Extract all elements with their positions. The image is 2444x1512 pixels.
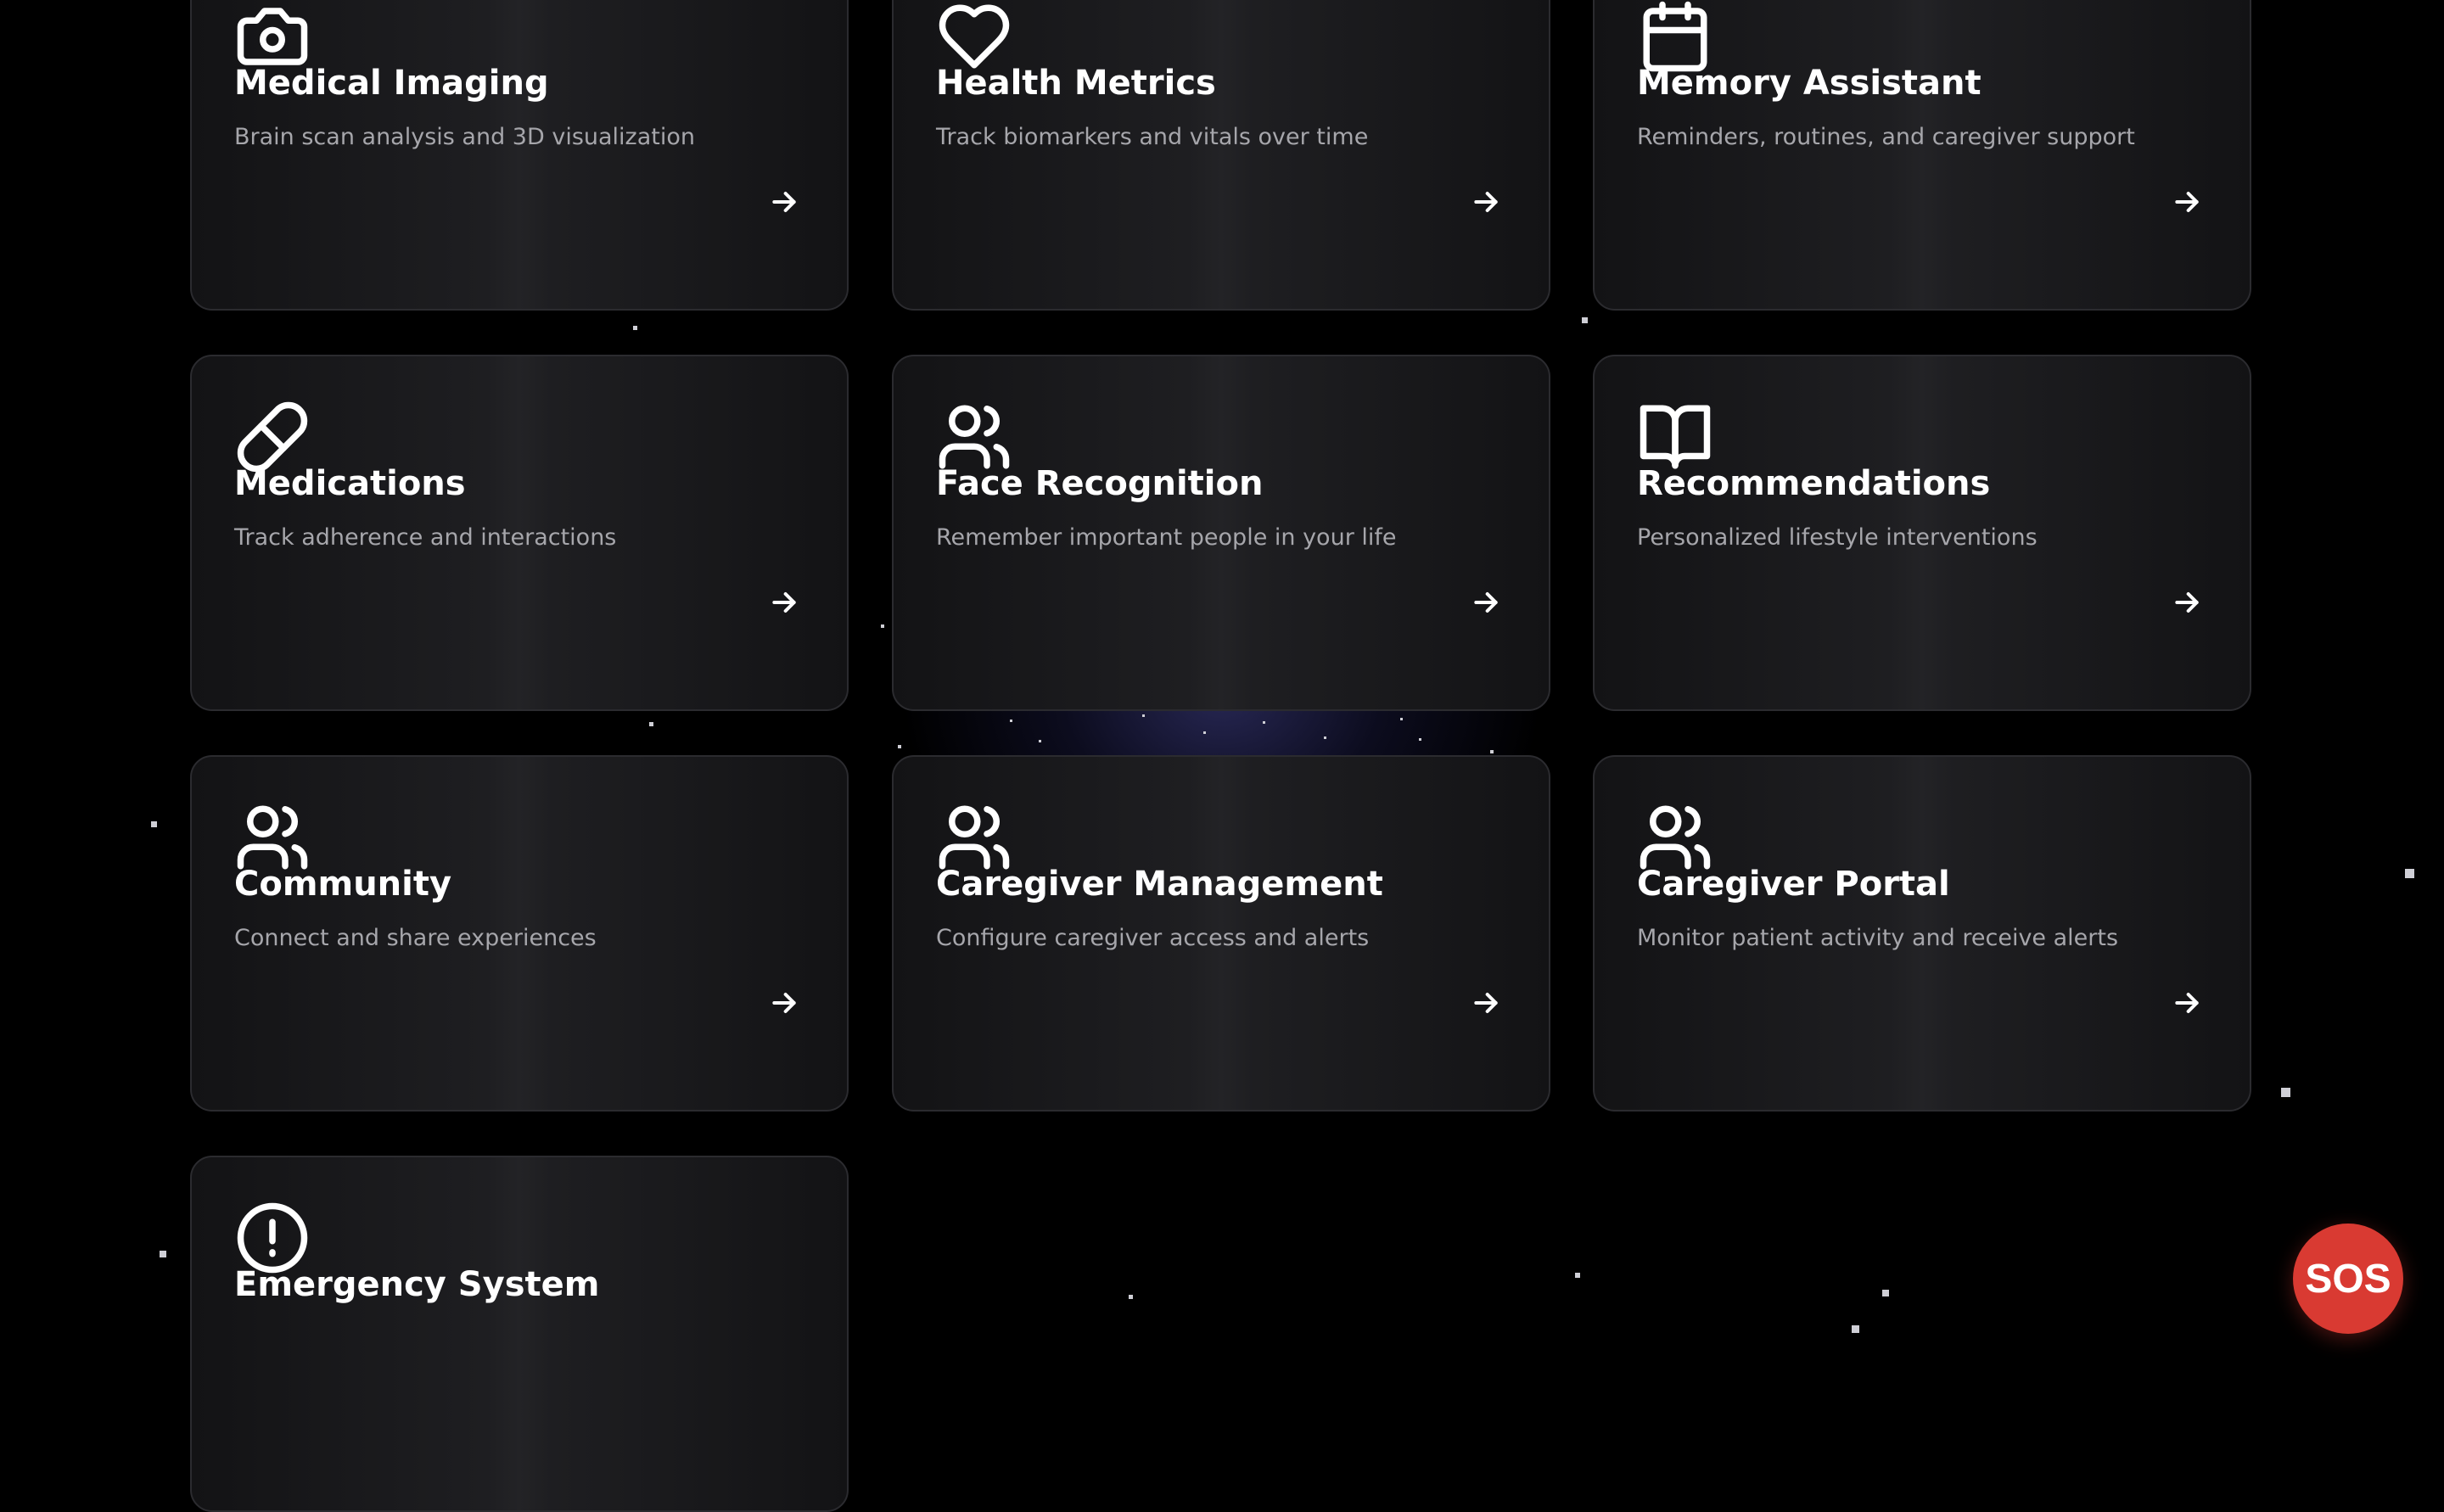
- card-title: Memory Assistant: [1637, 64, 1982, 103]
- card-medical-imaging[interactable]: Medical Imaging Brain scan analysis and …: [190, 0, 849, 311]
- card-description: Monitor patient activity and receive ale…: [1637, 925, 2119, 951]
- card-medications[interactable]: Medications Track adherence and interact…: [190, 355, 849, 711]
- card-memory-assistant[interactable]: Memory Assistant Reminders, routines, an…: [1593, 0, 2251, 311]
- card-description: Personalized lifestyle interventions: [1637, 524, 2038, 551]
- arrow-right-icon: [2170, 585, 2204, 619]
- card-description: Remember important people in your life: [936, 524, 1397, 551]
- card-emergency-system[interactable]: Emergency System: [190, 1156, 849, 1512]
- card-recommendations[interactable]: Recommendations Personalized lifestyle i…: [1593, 355, 2251, 711]
- card-title: Medical Imaging: [234, 64, 549, 103]
- card-description: Track adherence and interactions: [234, 524, 617, 551]
- card-title: Emergency System: [234, 1265, 600, 1304]
- arrow-right-icon: [1469, 185, 1503, 219]
- card-title: Caregiver Portal: [1637, 865, 1950, 904]
- card-face-recognition[interactable]: Face Recognition Remember important peop…: [892, 355, 1550, 711]
- card-title: Face Recognition: [936, 464, 1264, 503]
- sos-button[interactable]: SOS: [2293, 1224, 2403, 1334]
- feature-grid: Medical Imaging Brain scan analysis and …: [0, 0, 2444, 1512]
- arrow-right-icon: [2170, 185, 2204, 219]
- card-title: Community: [234, 865, 452, 904]
- card-title: Caregiver Management: [936, 865, 1383, 904]
- card-description: Track biomarkers and vitals over time: [936, 124, 1369, 150]
- arrow-right-icon: [1469, 585, 1503, 619]
- arrow-right-icon: [767, 585, 801, 619]
- card-title: Recommendations: [1637, 464, 1991, 503]
- arrow-right-icon: [767, 185, 801, 219]
- card-community[interactable]: Community Connect and share experiences: [190, 755, 849, 1112]
- arrow-right-icon: [1469, 986, 1503, 1020]
- card-title: Medications: [234, 464, 466, 503]
- card-title: Health Metrics: [936, 64, 1216, 103]
- arrow-right-icon: [2170, 986, 2204, 1020]
- card-description: Connect and share experiences: [234, 925, 597, 951]
- card-health-metrics[interactable]: Health Metrics Track biomarkers and vita…: [892, 0, 1550, 311]
- card-description: Reminders, routines, and caregiver suppo…: [1637, 124, 2135, 150]
- card-caregiver-portal[interactable]: Caregiver Portal Monitor patient activit…: [1593, 755, 2251, 1112]
- card-description: Brain scan analysis and 3D visualization: [234, 124, 695, 150]
- card-description: Configure caregiver access and alerts: [936, 925, 1370, 951]
- card-caregiver-management[interactable]: Caregiver Management Configure caregiver…: [892, 755, 1550, 1112]
- arrow-right-icon: [767, 986, 801, 1020]
